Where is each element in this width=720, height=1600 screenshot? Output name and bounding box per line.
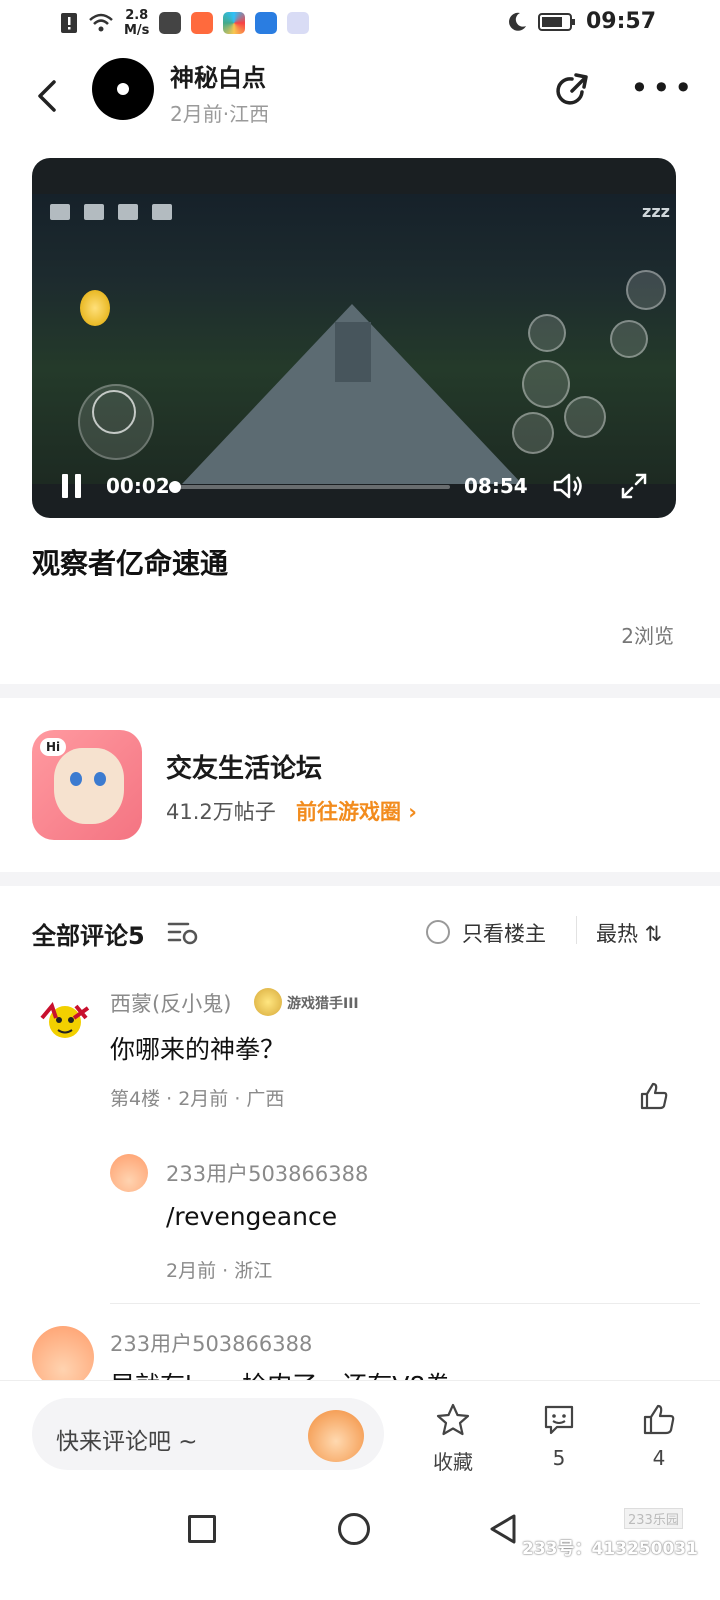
commenter-name[interactable]: 233用户503866388 (110, 1328, 312, 1358)
user-badge: 游戏猎手III (287, 996, 359, 1012)
crouch-button-icon (512, 412, 554, 454)
back-icon[interactable] (30, 72, 70, 120)
comment-meta: 第4楼 · 2月前 · 广西 (110, 1088, 285, 1110)
home-button[interactable] (338, 1513, 370, 1545)
character-eye (70, 772, 82, 786)
character-eye (94, 772, 106, 786)
comment-icon[interactable] (541, 1402, 577, 1438)
commenter-avatar[interactable] (32, 988, 98, 1054)
fist-icon (152, 204, 172, 220)
commenter-name[interactable]: 西蒙(反小鬼) (110, 988, 231, 1018)
wifi-icon (89, 13, 113, 32)
volume-icon[interactable] (552, 472, 584, 500)
reply-text: /revengeance (166, 1202, 338, 1231)
app-notification-icon (159, 12, 182, 34)
circle-post-count: 41.2万帖子 (166, 800, 276, 824)
pause-icon[interactable] (62, 474, 82, 498)
status-bar: 2.8 M/s 09:57 (0, 0, 720, 48)
comments-title: 全部评论5 (32, 922, 145, 950)
clock: 09:57 (585, 9, 656, 34)
reply-name[interactable]: 233用户503866388 (166, 1158, 368, 1188)
hi-tag: Hi (40, 738, 67, 756)
hunter-badge-icon (254, 988, 282, 1016)
only-op-radio[interactable] (426, 920, 450, 944)
post-title: 观察者亿命速通 (32, 547, 229, 580)
circle-name[interactable]: 交友生活论坛 (166, 748, 322, 785)
progress-knob[interactable] (169, 481, 182, 493)
chat-icon (118, 204, 138, 220)
like-icon[interactable] (638, 1080, 670, 1112)
comment-text: 早就有boss捡肉了，还有V8卷 (110, 1366, 450, 1380)
back-nav-icon[interactable] (486, 1512, 520, 1546)
gun-button-icon (626, 270, 666, 310)
app-notification-icon (255, 12, 278, 34)
status-right: 09:57 (506, 9, 656, 34)
comment-input-placeholder[interactable]: 快来评论吧 ~ (56, 1422, 198, 1456)
coin-icon (80, 290, 110, 326)
game-path-end (335, 322, 371, 382)
net-speed-value: 2.8 (125, 8, 149, 23)
filter-icon[interactable] (166, 918, 200, 946)
gloves-button-icon (528, 314, 566, 352)
app-notification-icon (191, 12, 214, 34)
game-joystick (78, 384, 154, 460)
share-icon[interactable] (552, 70, 594, 112)
watermark-id: 233号：413250031 (522, 1539, 698, 1559)
view-count: 2浏览 (621, 624, 674, 648)
bag-icon (84, 204, 104, 220)
go-to-circle-link[interactable]: 前往游戏圈 › (296, 796, 417, 826)
sim-alert-icon (61, 13, 77, 33)
circle-character (54, 748, 124, 824)
battery-icon (537, 12, 575, 31)
thumbs-up-icon[interactable] (641, 1402, 677, 1438)
section-divider (0, 872, 720, 886)
author-meta: 2月前·江西 (170, 102, 270, 126)
sort-dropdown[interactable]: 最热 ⇅ (596, 918, 662, 948)
sleep-label: zzz (642, 202, 670, 221)
avatar-image (40, 1001, 90, 1038)
mascot-icon[interactable] (308, 1410, 364, 1462)
comment-text: 你哪来的神拳？ (110, 1035, 286, 1064)
check-button-icon (610, 320, 648, 358)
reply-meta: 2月前 · 浙江 (166, 1260, 273, 1282)
author-name[interactable]: 神秘白点 (170, 58, 266, 93)
header-separator (576, 916, 577, 944)
duration: 08:54 (464, 474, 528, 498)
current-time: 00:02 (106, 474, 170, 498)
section-divider (0, 684, 720, 698)
recent-apps-button[interactable] (188, 1515, 216, 1543)
video-player[interactable]: zzz 00:02 08:54 (32, 158, 676, 518)
commenter-avatar[interactable] (32, 1326, 94, 1388)
punch-button-icon (522, 360, 570, 408)
circle-icon[interactable]: Hi (32, 730, 142, 840)
app-notification-icon (287, 12, 310, 34)
net-speed-unit: M/s (124, 23, 150, 38)
status-left: 2.8 M/s (60, 8, 310, 38)
app-notification-icon (223, 12, 246, 34)
net-speed: 2.8 M/s (124, 8, 149, 38)
fullscreen-icon[interactable] (620, 472, 648, 500)
game-hud-icons (50, 204, 172, 220)
reply-avatar[interactable] (110, 1154, 148, 1192)
reply-divider (110, 1303, 700, 1304)
only-op-label[interactable]: 只看楼主 (462, 918, 546, 948)
comment-count[interactable]: 5 (519, 1446, 599, 1470)
watermark-logo: 233乐园 (624, 1508, 683, 1529)
moon-icon (509, 12, 526, 31)
favorite-label[interactable]: 收藏 (413, 1446, 493, 1475)
progress-bar[interactable] (172, 485, 450, 489)
list-icon (50, 204, 70, 220)
jump-button-icon (564, 396, 606, 438)
star-icon[interactable] (435, 1402, 471, 1438)
like-count[interactable]: 4 (619, 1446, 699, 1470)
author-avatar[interactable] (92, 58, 154, 120)
more-button[interactable]: ••• (630, 72, 696, 104)
